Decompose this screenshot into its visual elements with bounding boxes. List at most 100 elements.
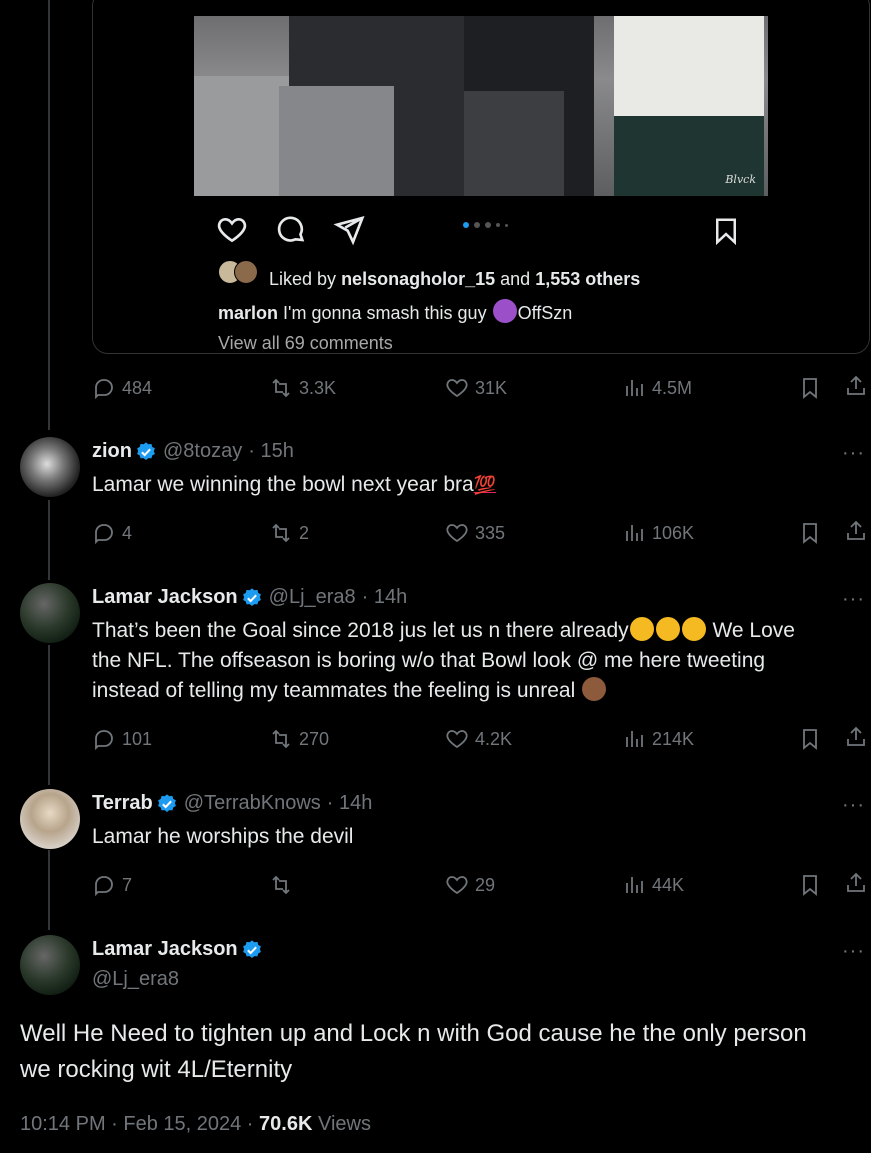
views-label: Views [317,1113,371,1135]
repost-button[interactable] [269,871,299,899]
display-name[interactable]: Lamar Jackson [92,938,238,961]
views-button[interactable]: 4.5M [622,374,692,402]
thread-line [48,850,50,930]
verified-badge-icon [137,441,155,460]
heart-icon [446,876,468,895]
reply-button[interactable]: 101 [92,725,152,753]
reply-action-bar: 7 29 44K [92,871,868,899]
focused-handle-row: @Lj_era8 [92,968,179,991]
more-options-icon[interactable]: ··· [842,794,865,817]
repost-icon [272,523,290,543]
devil-emoji-icon [492,299,517,323]
reply-icon [95,876,113,897]
views-button[interactable]: 214K [622,725,694,753]
facepalm-emoji-icon [582,677,607,701]
repost-button[interactable]: 2 [269,519,309,547]
share-icon [333,216,365,246]
post-action-bar: 484 3.3K 31K 4.5M [92,374,868,402]
heart-icon [446,379,468,398]
reply-text: That’s been the Goal since 2018 jus let … [92,617,795,702]
more-options-icon[interactable]: ··· [842,442,865,465]
reply-header: Terrab @TerrabKnows · 14h [92,792,372,815]
handle[interactable]: @8tozay [163,440,242,463]
repost-button[interactable]: 270 [269,725,329,753]
thread-line [48,500,50,580]
photo: Blvck [194,16,768,196]
view-comments-link: View all 69 comments [218,333,393,353]
timestamp[interactable]: 10:14 PM · Feb 15, 2024 · [20,1113,253,1135]
bookmark-icon [716,218,736,246]
tired-face-emoji-icon [681,617,706,641]
display-name[interactable]: Lamar Jackson [92,586,238,609]
view-count: 70.6K [259,1113,313,1135]
timestamp[interactable]: · 14h [362,586,408,609]
analytics-icon [626,525,643,541]
reply-icon [95,524,113,545]
share-icon[interactable] [844,871,868,895]
share-icon[interactable] [844,725,868,749]
handle[interactable]: @Lj_era8 [269,586,356,609]
tweet-meta: 10:14 PM · Feb 15, 2024 · 70.6K Views [20,1113,371,1136]
like-button[interactable]: 31K [445,374,507,402]
avatar[interactable] [20,583,80,643]
repost-button[interactable]: 3.3K [269,374,336,402]
display-name[interactable]: Terrab [92,792,153,815]
analytics-icon [626,877,643,893]
views-button[interactable]: 106K [622,519,694,547]
comment-icon [277,216,305,242]
like-button[interactable]: 29 [445,871,495,899]
reply-header: Lamar Jackson @Lj_era8 · 14h [92,586,407,609]
avatar[interactable] [20,789,80,849]
thread-line [48,645,50,785]
reply-action-bar: 101 270 4.2K 214K [92,725,868,753]
timestamp[interactable]: · 15h [248,440,294,463]
reply-header: zion @8tozay · 15h [92,440,294,463]
heart-icon [446,524,468,543]
analytics-icon [626,731,643,747]
repost-icon [272,875,290,895]
heart-icon [217,217,247,243]
hundred-emoji-icon: 💯 [473,475,497,495]
timestamp[interactable]: · 14h [327,792,373,815]
share-icon[interactable] [844,374,868,398]
analytics-icon [626,380,643,396]
share-icon[interactable] [844,519,868,543]
reply-button[interactable]: 7 [92,871,132,899]
liked-by-text: Liked by nelsonagholor_15 and 1,553 othe… [269,269,641,289]
repost-icon [272,729,290,749]
display-name[interactable]: zion [92,440,132,463]
caption: marlon I'm gonna smash this guy OffSzn [218,299,572,324]
avatar[interactable] [20,935,80,995]
reply-icon [95,730,113,751]
reply-text: Lamar we winning the bowl next year bra💯 [92,473,497,496]
reply-text: Lamar he worships the devil [92,825,354,848]
like-button[interactable]: 4.2K [445,725,512,753]
heart-icon [446,730,468,749]
reply-button[interactable]: 484 [92,374,152,402]
verified-badge-icon [157,793,176,812]
focused-tweet-text: Well He Need to tighten up and Lock n wi… [20,1020,807,1083]
reply-icon [95,379,113,400]
more-options-icon[interactable]: ··· [842,940,865,963]
focused-header: Lamar Jackson [92,938,263,961]
tired-face-emoji-icon [655,617,680,641]
liker-avatars [218,259,264,284]
carousel-dots [463,222,508,228]
bookmark-icon[interactable] [798,376,822,400]
verified-badge-icon [242,939,261,958]
embedded-instagram-image[interactable]: Blvck Liked by nelsonagholor_15 and 1,55… [92,0,870,354]
handle[interactable]: @TerrabKnows [184,792,321,815]
handle[interactable]: @Lj_era8 [92,968,179,991]
reply-button[interactable]: 4 [92,519,132,547]
thread-line [48,0,50,430]
verified-badge-icon [242,587,261,606]
bookmark-icon[interactable] [798,873,822,897]
bookmark-icon[interactable] [798,521,822,545]
more-options-icon[interactable]: ··· [842,588,865,611]
bookmark-icon[interactable] [798,727,822,751]
repost-icon [272,378,290,398]
like-button[interactable]: 335 [445,519,505,547]
avatar[interactable] [20,437,80,497]
views-button[interactable]: 44K [622,871,684,899]
tired-face-emoji-icon [629,617,654,641]
